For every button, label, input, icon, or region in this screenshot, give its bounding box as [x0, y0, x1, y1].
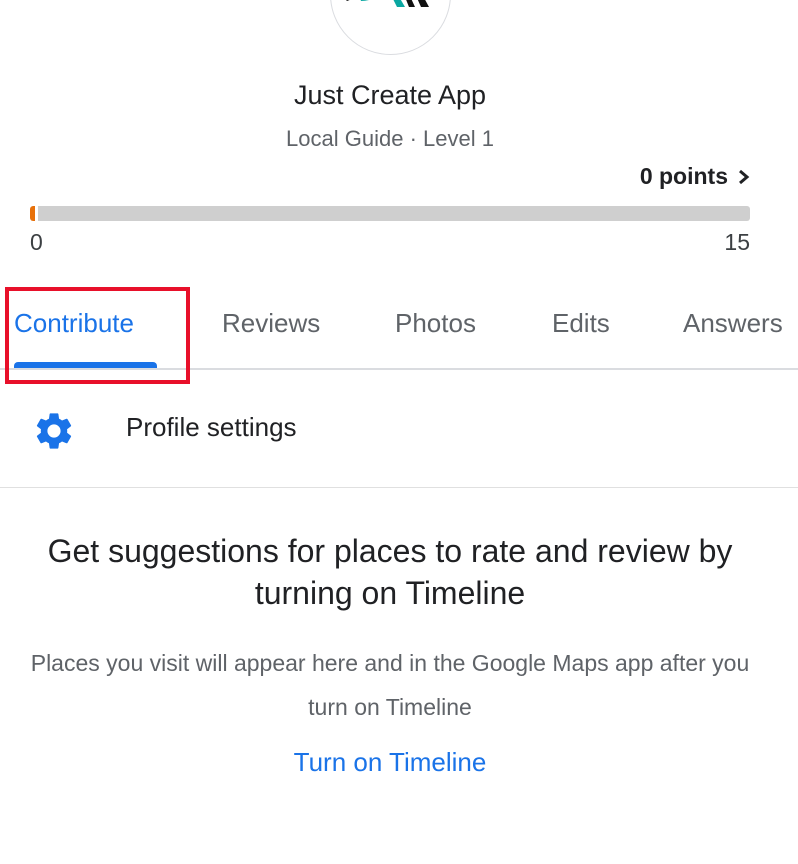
- profile-tabs: Contribute Reviews Photos Edits Answers: [0, 288, 798, 370]
- profile-name: Just Create App: [293, 80, 487, 110]
- profile-settings-row[interactable]: Profile settings: [0, 372, 798, 488]
- avatar[interactable]: [330, 0, 451, 55]
- points-label: 0 points: [639, 163, 728, 189]
- progress-min-label: 0: [30, 229, 43, 255]
- timeline-suggestion-description: Places you visit will appear here and in…: [30, 650, 750, 720]
- active-tab-indicator: [14, 362, 157, 368]
- tab-contribute[interactable]: Contribute: [14, 308, 134, 339]
- timeline-suggestion-title: Get suggestions for places to rate and r…: [47, 533, 733, 611]
- just-create-app-logo: [346, 0, 429, 7]
- tab-photos[interactable]: Photos: [395, 308, 476, 339]
- progress-max-label: 15: [724, 229, 750, 255]
- tab-edits[interactable]: Edits: [552, 308, 610, 339]
- points-progress-fill: [30, 206, 38, 221]
- profile-level: Local Guide · Level 1: [286, 126, 494, 151]
- points-link[interactable]: 0 points: [640, 163, 750, 190]
- tab-reviews[interactable]: Reviews: [222, 308, 320, 339]
- profile-settings-label: Profile settings: [126, 412, 297, 442]
- chevron-right-icon: [738, 169, 750, 185]
- points-progress-bar: [30, 206, 750, 221]
- turn-on-timeline-link[interactable]: Turn on Timeline: [0, 747, 780, 778]
- gear-icon: [32, 409, 76, 458]
- tab-answers[interactable]: Answers: [683, 308, 783, 339]
